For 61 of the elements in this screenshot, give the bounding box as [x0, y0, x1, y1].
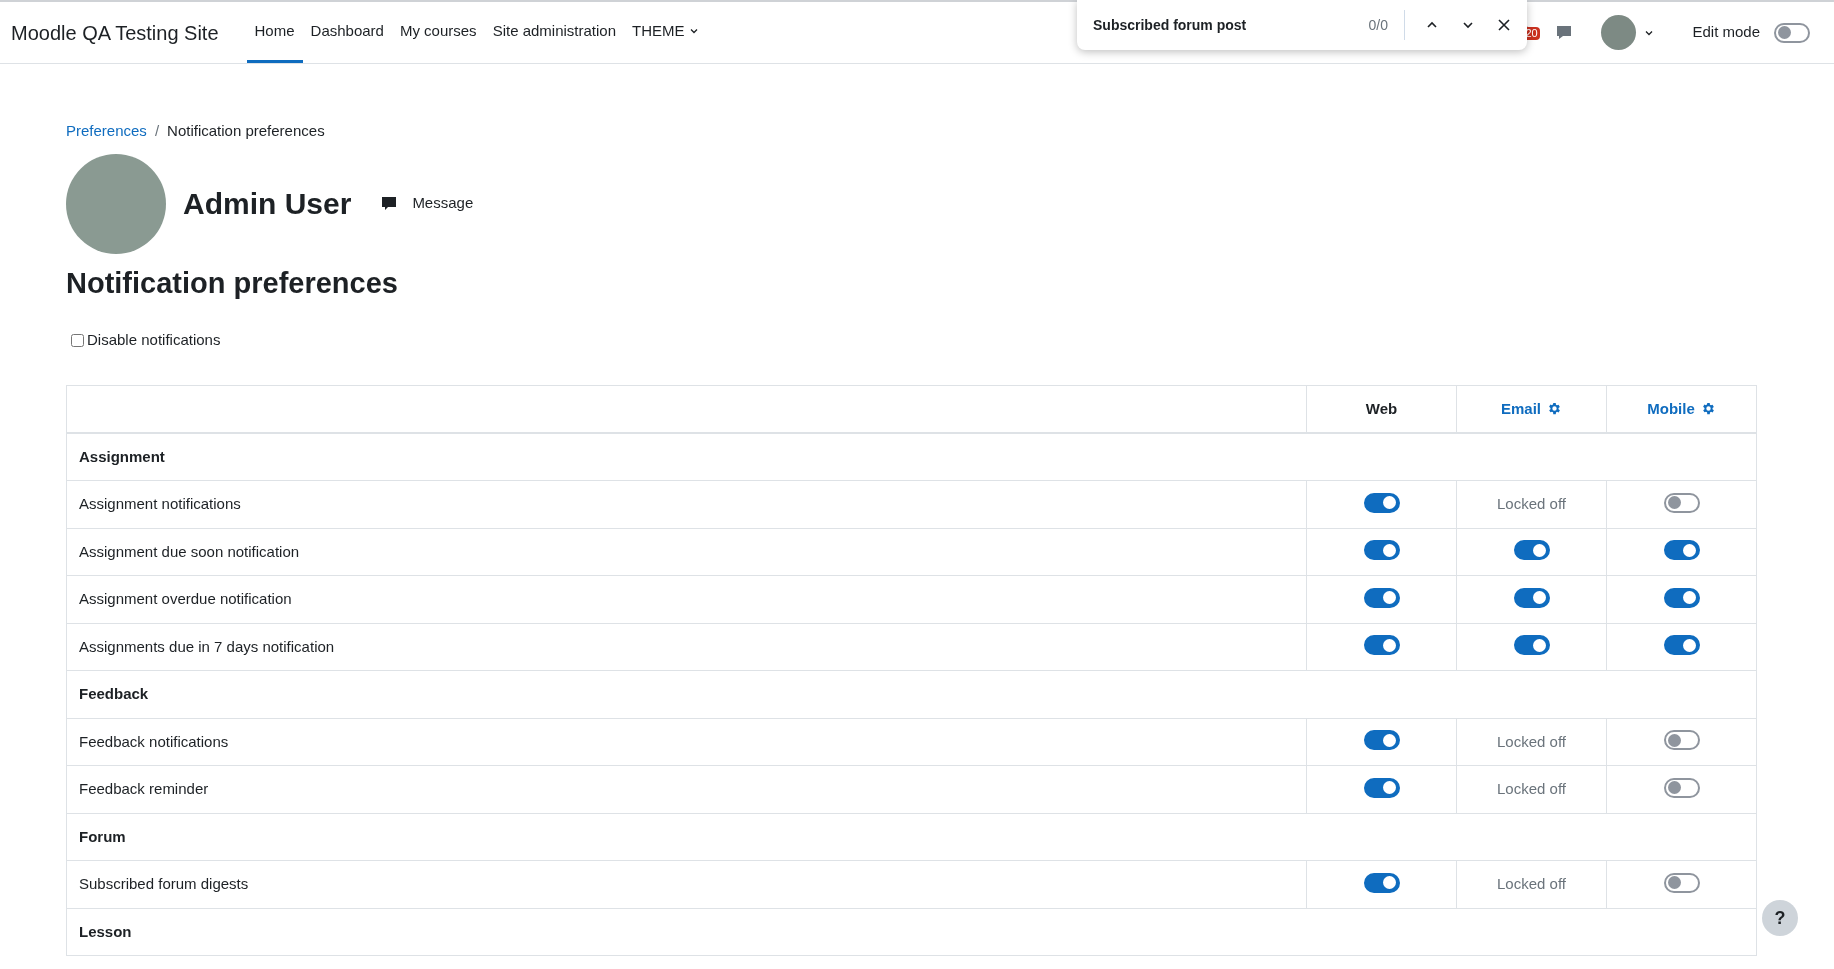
toggle-switch[interactable] [1363, 540, 1400, 561]
column-header: Web [1365, 399, 1398, 417]
toggle-switch[interactable] [1363, 635, 1400, 656]
toggle-switch[interactable] [1663, 777, 1700, 798]
edit-mode-label: Edit mode [1692, 22, 1760, 43]
avatar-placeholder[interactable] [1601, 15, 1637, 50]
column-header-link[interactable]: Email [1501, 397, 1541, 420]
help-button[interactable]: ? [1762, 900, 1798, 936]
group-heading: Assignment [79, 447, 165, 465]
checkbox-label: Disable notifications [87, 330, 221, 350]
toggle-switch[interactable] [1663, 730, 1700, 751]
find-input[interactable]: Subscribed forum post [1093, 14, 1369, 36]
chevron-down-icon [688, 26, 699, 36]
nav-link[interactable]: My courses [391, 2, 485, 63]
user-name: Admin User [183, 186, 352, 222]
toggle-switch[interactable] [1363, 872, 1400, 893]
toggle-switch[interactable] [1363, 777, 1400, 798]
match-count: 0/0 [1368, 15, 1388, 35]
notification-label: Assignment due soon notification [79, 542, 300, 560]
page-heading: Notification preferences [66, 265, 399, 301]
locked-label: Locked off [1497, 874, 1566, 894]
notification-label: Assignment overdue notification [79, 590, 292, 607]
breadcrumb-separator: / [154, 121, 160, 141]
toggle-switch[interactable] [1663, 587, 1700, 608]
group-heading: Lesson [79, 922, 132, 940]
settings-icon[interactable] [1700, 401, 1716, 417]
close-icon[interactable] [1497, 18, 1511, 32]
message-link[interactable]: Message [381, 192, 474, 215]
group-heading: Forum [79, 827, 126, 845]
column-header-link[interactable]: Mobile [1647, 397, 1695, 420]
notification-label: Feedback notifications [79, 732, 229, 750]
toggle-switch[interactable] [1663, 492, 1700, 513]
breadcrumb-link[interactable]: Preferences [66, 120, 147, 143]
locked-label: Locked off [1497, 731, 1566, 752]
toggle-switch[interactable] [1663, 635, 1700, 656]
toggle-switch[interactable] [1363, 492, 1400, 513]
toggle-switch[interactable] [1513, 587, 1550, 608]
nav-link[interactable]: Dashboard [302, 2, 392, 63]
nav-link[interactable]: Site administration [484, 2, 625, 63]
toggle-switch[interactable] [1363, 730, 1400, 751]
nav-link[interactable]: THEME [624, 2, 707, 63]
nav-link[interactable]: Home [246, 2, 303, 63]
notification-label: Assignments due in 7 days notification [79, 637, 335, 655]
site-name[interactable]: Moodle QA Testing Site [11, 17, 219, 48]
toggle-switch[interactable] [1363, 587, 1400, 608]
toggle-switch[interactable] [1513, 635, 1550, 656]
breadcrumb-current: Notification preferences [167, 121, 325, 141]
toggle-switch[interactable] [1513, 540, 1550, 561]
notification-label: Subscribed forum digests [79, 875, 249, 892]
locked-label: Locked off [1497, 779, 1566, 799]
edit-mode-switch[interactable] [1774, 22, 1810, 43]
settings-icon[interactable] [1547, 401, 1562, 417]
notification-label: Feedback reminder [79, 780, 209, 797]
notification-label: Assignment notifications [79, 495, 241, 512]
toggle-switch[interactable] [1663, 872, 1700, 893]
speech-bubble-icon[interactable] [1555, 23, 1574, 42]
locked-label: Locked off [1497, 494, 1566, 514]
toggle-switch[interactable] [1663, 540, 1700, 561]
speech-bubble-icon [381, 195, 398, 212]
group-heading: Feedback [79, 685, 149, 702]
disable-notifications-checkbox[interactable] [71, 333, 84, 347]
